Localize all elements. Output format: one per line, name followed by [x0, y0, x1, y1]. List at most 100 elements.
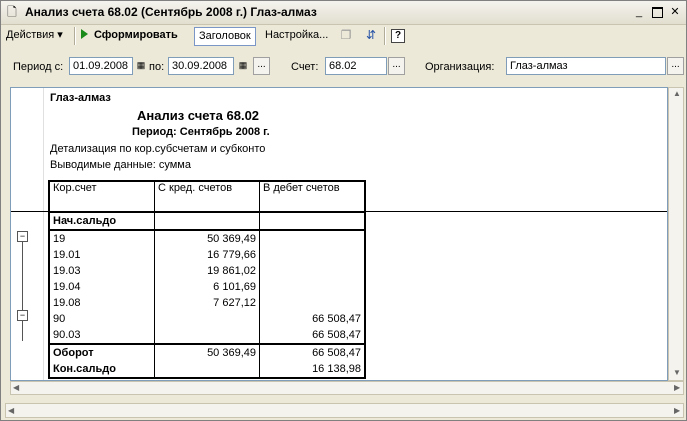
row-credit: 19 861,02: [154, 263, 260, 279]
report-output: Выводимые данные: сумма: [50, 159, 191, 171]
table-row: 19.04 6 101,69: [48, 279, 366, 295]
report-document[interactable]: Глаз-алмаз Анализ счета 68.02 Период: Се…: [10, 87, 668, 381]
group-line: [22, 242, 23, 310]
period-to-input[interactable]: 30.09.2008: [168, 57, 234, 75]
calendar-icon[interactable]: ▦: [238, 59, 248, 71]
row-credit: 7 627,12: [154, 295, 260, 311]
scroll-right-icon[interactable]: ▶: [674, 406, 680, 415]
table-row: 19 50 369,49: [48, 230, 366, 247]
closing-debit: 16 138,98: [259, 361, 366, 379]
row-credit: 16 779,66: [154, 247, 260, 263]
period-select-button[interactable]: ...: [253, 57, 270, 75]
row-debit: 66 508,47: [259, 327, 366, 345]
header-toggle-button[interactable]: Заголовок: [194, 27, 256, 46]
group-line: [22, 321, 23, 341]
table-header-row: Кор.счет С кред. счетов В дебет счетов: [48, 180, 366, 213]
title-bar[interactable]: 🗋 Анализ счета 68.02 (Сентябрь 2008 г.) …: [1, 1, 686, 25]
opening-credit: [154, 212, 260, 231]
opening-balance-label: Нач.сальдо: [48, 212, 155, 231]
actions-menu-button[interactable]: Действия ▾: [6, 26, 63, 45]
account-label: Счет:: [291, 61, 319, 73]
organization-select-button[interactable]: ...: [667, 57, 684, 75]
closing-balance-row: Кон.сальдо 16 138,98: [48, 361, 366, 379]
period-to-label: по:: [149, 61, 165, 73]
minimize-button[interactable]: _: [632, 6, 646, 19]
row-debit: [259, 279, 366, 295]
column-header: В дебет счетов: [259, 180, 366, 213]
row-debit: [259, 247, 366, 263]
document-icon: 🗋: [7, 5, 17, 19]
help-button[interactable]: ?: [391, 29, 405, 43]
table-row: 19.03 19 861,02: [48, 263, 366, 279]
group-collapse-icon[interactable]: −: [17, 231, 28, 242]
row-debit: [259, 230, 366, 247]
report-period: Период: Сентябрь 2008 г.: [132, 126, 270, 138]
opening-balance-row: Нач.сальдо: [48, 212, 366, 231]
table-row: 90 66 508,47: [48, 311, 366, 327]
horizontal-scrollbar[interactable]: ◀ ▶: [10, 381, 684, 395]
report-window: 🗋 Анализ счета 68.02 (Сентябрь 2008 г.) …: [0, 0, 687, 421]
row-credit: 50 369,49: [154, 230, 260, 247]
column-header: Кор.счет: [48, 180, 155, 213]
report-detail: Детализация по кор.субсчетам и субконто: [50, 143, 266, 155]
copy-icon[interactable]: ❐: [338, 27, 354, 43]
organization-input[interactable]: Глаз-алмаз: [506, 57, 666, 75]
window-horizontal-scrollbar[interactable]: ◀ ▶: [5, 403, 684, 418]
refresh-icon[interactable]: ⇵: [363, 27, 379, 43]
group-collapse-icon[interactable]: −: [17, 310, 28, 321]
chevron-down-icon: ▾: [57, 29, 63, 41]
row-debit: [259, 295, 366, 311]
table-row: 90.03 66 508,47: [48, 327, 366, 345]
row-debit: [259, 263, 366, 279]
generate-button[interactable]: Сформировать: [81, 26, 178, 45]
filter-bar: Период с: 01.09.2008 ▦ по: 30.09.2008 ▦ …: [1, 55, 686, 79]
vertical-scrollbar[interactable]: ▲ ▼: [668, 87, 684, 381]
column-header: С кред. счетов: [154, 180, 260, 213]
row-credit: 6 101,69: [154, 279, 260, 295]
account-input[interactable]: 68.02: [325, 57, 387, 75]
window-title: Анализ счета 68.02 (Сентябрь 2008 г.) Гл…: [25, 5, 317, 19]
toolbar-separator: [74, 27, 76, 45]
maximize-button[interactable]: [650, 6, 664, 19]
table-row: 19.01 16 779,66: [48, 247, 366, 263]
scroll-left-icon[interactable]: ◀: [8, 406, 14, 415]
row-account: 90.03: [48, 327, 155, 345]
row-account: 19: [48, 230, 155, 247]
report-table: Кор.счет С кред. счетов В дебет счетов Н…: [48, 180, 366, 379]
actions-label: Действия: [6, 29, 55, 41]
play-icon: [81, 29, 88, 40]
generate-label: Сформировать: [94, 29, 178, 41]
settings-button[interactable]: Настройка...: [265, 26, 328, 45]
turnover-credit: 50 369,49: [154, 344, 260, 361]
row-account: 19.08: [48, 295, 155, 311]
row-account: 19.04: [48, 279, 155, 295]
scroll-left-icon[interactable]: ◀: [13, 383, 19, 392]
group-gutter: [43, 88, 44, 380]
maximize-icon: [651, 6, 663, 18]
scroll-up-icon[interactable]: ▲: [673, 89, 681, 98]
close-button[interactable]: ✕: [668, 6, 682, 19]
opening-debit: [259, 212, 366, 231]
scroll-right-icon[interactable]: ▶: [674, 383, 680, 392]
scroll-down-icon[interactable]: ▼: [673, 368, 681, 377]
row-account: 90: [48, 311, 155, 327]
calendar-icon[interactable]: ▦: [136, 59, 146, 71]
turnover-label: Оборот: [48, 344, 155, 361]
row-debit: 66 508,47: [259, 311, 366, 327]
account-select-button[interactable]: ...: [388, 57, 405, 75]
period-from-input[interactable]: 01.09.2008: [69, 57, 133, 75]
row-account: 19.03: [48, 263, 155, 279]
table-row: 19.08 7 627,12: [48, 295, 366, 311]
toolbar: Действия ▾ Сформировать Заголовок Настро…: [1, 24, 686, 48]
row-credit: [154, 311, 260, 327]
closing-balance-label: Кон.сальдо: [48, 361, 155, 379]
period-from-label: Период с:: [13, 61, 64, 73]
row-account: 19.01: [48, 247, 155, 263]
toolbar-separator: [384, 27, 386, 45]
turnover-row: Оборот 50 369,49 66 508,47: [48, 344, 366, 361]
row-credit: [154, 327, 260, 345]
turnover-debit: 66 508,47: [259, 344, 366, 361]
report-organization: Глаз-алмаз: [50, 92, 111, 104]
report-title: Анализ счета 68.02: [137, 108, 260, 123]
organization-label: Организация:: [425, 61, 495, 73]
